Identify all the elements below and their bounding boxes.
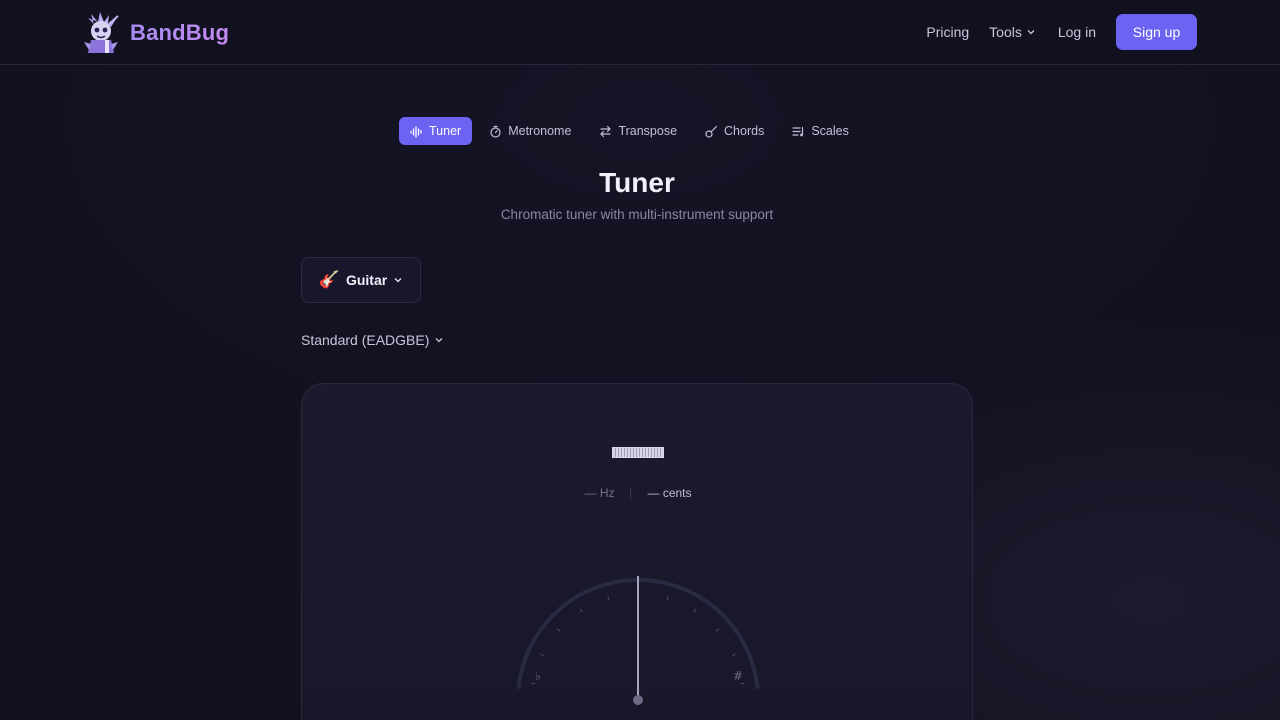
page-subtitle: Chromatic tuner with multi-instrument su…	[500, 207, 774, 222]
gauge-tick	[540, 653, 545, 657]
nav-tools-dropdown[interactable]: Tools	[989, 24, 1036, 40]
tab-label: Metronome	[508, 124, 572, 138]
signup-button[interactable]: Sign up	[1116, 14, 1197, 50]
nav-pricing-link[interactable]: Pricing	[926, 24, 969, 40]
tab-metronome[interactable]: Metronome	[478, 117, 582, 145]
readout-divider	[630, 487, 632, 499]
gauge-tick	[531, 682, 536, 685]
top-navbar: BandBug Pricing Tools Log in Sign up	[0, 0, 1280, 65]
tab-transpose[interactable]: Transpose	[588, 117, 688, 145]
tuning-select[interactable]: Standard (EADGBE)	[301, 331, 444, 349]
chevron-down-icon	[435, 338, 443, 343]
tab-chords[interactable]: Chords	[694, 117, 775, 145]
gauge-tick	[579, 608, 583, 613]
tuner-gauge: ♭ #	[516, 576, 760, 705]
cents-readout: — cents	[647, 486, 692, 500]
tab-label: Tuner	[429, 124, 462, 138]
brand-name: BandBug	[130, 20, 230, 45]
swap-arrows-icon	[600, 125, 612, 137]
guitar-icon	[705, 125, 718, 138]
main-nav: Pricing Tools Log in Sign up	[926, 14, 1197, 50]
gauge-tick	[740, 682, 745, 685]
instrument-select[interactable]: 🎸 Guitar	[301, 257, 421, 303]
list-music-icon	[792, 126, 804, 136]
tab-label: Scales	[811, 124, 849, 138]
sharp-symbol: #	[733, 669, 743, 683]
tuner-panel: — Hz — cents ♭ #	[301, 383, 973, 720]
tab-label: Chords	[724, 124, 765, 138]
brand-logo[interactable]: BandBug	[78, 9, 229, 57]
waveform-icon	[410, 125, 422, 138]
gauge-tick	[731, 653, 736, 657]
stopwatch-icon	[490, 125, 501, 138]
page-title: Tuner	[599, 167, 675, 198]
nav-login-link[interactable]: Log in	[1058, 24, 1096, 40]
gauge-tick	[693, 608, 697, 613]
tool-tabs: Tuner Metronome Transpose Chords Scales	[399, 117, 860, 145]
tuning-label: Standard (EADGBE)	[301, 332, 430, 348]
needle-pivot	[633, 695, 643, 705]
tab-tuner[interactable]: Tuner	[399, 117, 473, 145]
detected-note-placeholder	[612, 447, 664, 458]
flat-symbol: ♭	[535, 669, 541, 683]
tab-label: Transpose	[618, 124, 678, 138]
bug-mascot-icon	[84, 12, 119, 53]
frequency-readout: — Hz	[584, 486, 615, 500]
instrument-label: Guitar	[345, 272, 388, 288]
chevron-down-icon	[1027, 30, 1035, 35]
nav-tools-label: Tools	[989, 24, 1022, 40]
gauge-tick	[666, 596, 669, 601]
gauge-tick	[607, 596, 610, 601]
chevron-down-icon	[394, 278, 402, 283]
tuner-readout: — Hz — cents	[302, 486, 974, 500]
gauge-tick	[556, 628, 561, 632]
tab-scales[interactable]: Scales	[781, 117, 860, 145]
guitar-emoji-icon: 🎸	[318, 270, 340, 289]
gauge-tick	[715, 628, 720, 632]
